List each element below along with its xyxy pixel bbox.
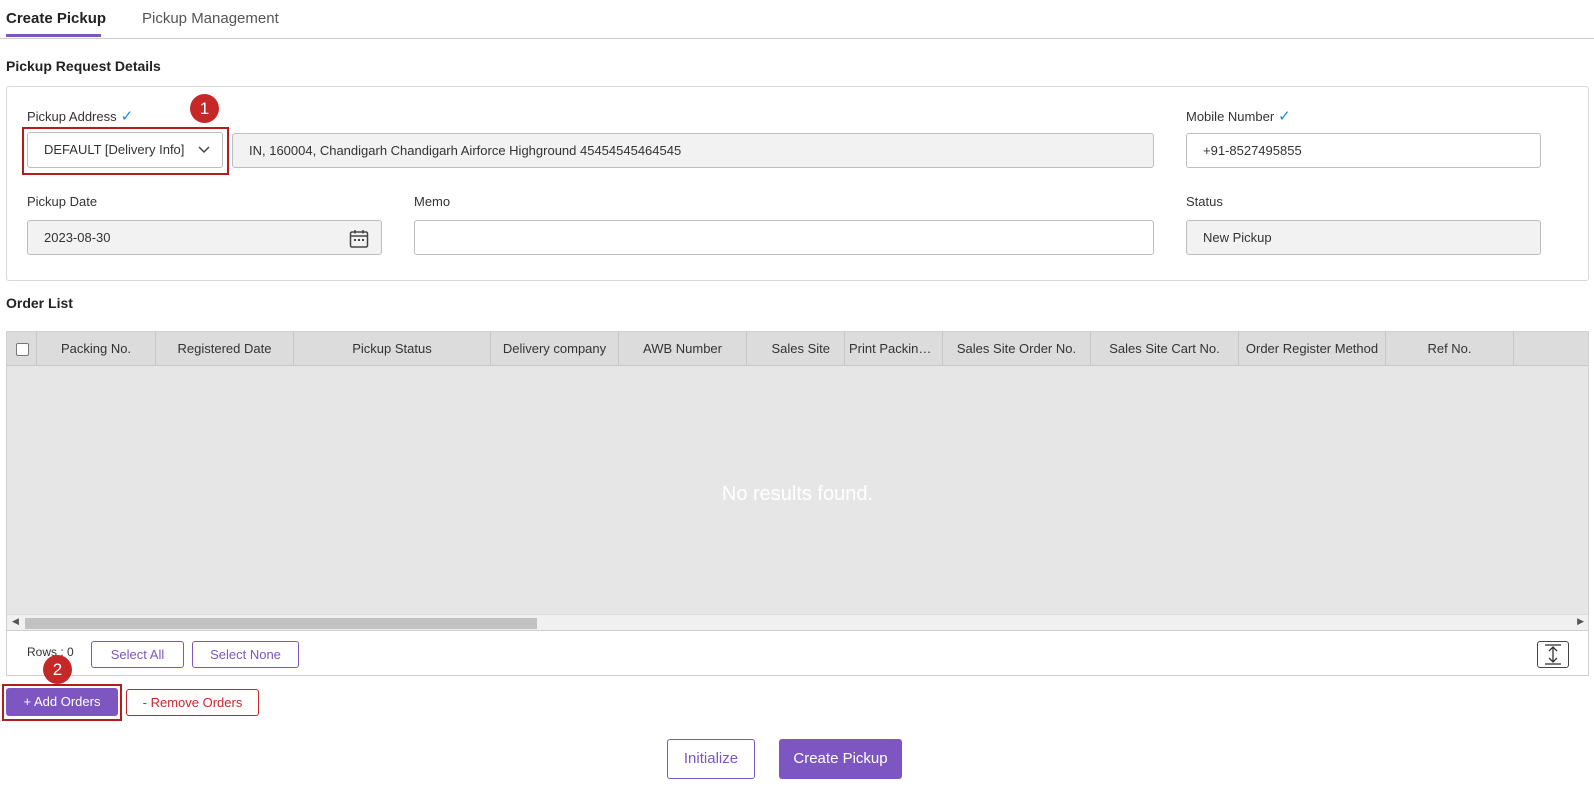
- pickup-address-select[interactable]: DEFAULT [Delivery Info]: [27, 132, 223, 168]
- pickup-request-details-title: Pickup Request Details: [6, 58, 161, 74]
- pickup-date-input[interactable]: 2023-08-30: [27, 220, 382, 255]
- column-header[interactable]: Order Register Method: [1239, 332, 1386, 366]
- expand-height-button[interactable]: [1537, 641, 1569, 668]
- column-header[interactable]: Pickup Status: [294, 332, 491, 366]
- select-all-button[interactable]: Select All: [91, 641, 184, 668]
- initialize-button[interactable]: Initialize: [667, 739, 755, 779]
- pickup-address-text: IN, 160004, Chandigarh Chandigarh Airfor…: [232, 133, 1154, 168]
- expand-vertical-icon: [1545, 644, 1561, 665]
- step-badge-2: 2: [43, 655, 72, 684]
- tab-create-pickup[interactable]: Create Pickup: [6, 10, 106, 27]
- mobile-number-label-text: Mobile Number: [1186, 109, 1275, 124]
- select-none-button[interactable]: Select None: [192, 641, 299, 668]
- column-header[interactable]: Ref No.: [1386, 332, 1514, 366]
- scrollbar-thumb[interactable]: [25, 618, 537, 629]
- column-header[interactable]: Sales Site Cart No.: [1091, 332, 1239, 366]
- empty-state-text: No results found.: [721, 483, 874, 505]
- grid-header: Packing No. Registered Date Pickup Statu…: [7, 332, 1588, 366]
- column-header[interactable]: Delivery company: [491, 332, 619, 366]
- column-header[interactable]: AWB Number: [619, 332, 747, 366]
- pickup-date-value: 2023-08-30: [44, 230, 111, 245]
- memo-label: Memo: [414, 194, 451, 209]
- scroll-right-icon[interactable]: ▶: [1577, 616, 1584, 627]
- mobile-number-label: Mobile Number ✓: [1186, 107, 1291, 125]
- memo-input[interactable]: [414, 220, 1154, 255]
- check-icon: ✓: [1278, 108, 1291, 125]
- grid-body: No results found.: [7, 366, 1588, 614]
- horizontal-scrollbar[interactable]: ◀ ▶: [7, 614, 1588, 630]
- scroll-left-icon[interactable]: ◀: [12, 616, 19, 627]
- mobile-number-input[interactable]: +91-8527495855: [1186, 133, 1541, 168]
- column-header[interactable]: Packing No.: [37, 332, 156, 366]
- pickup-address-selected-value: DEFAULT [Delivery Info]: [44, 142, 185, 157]
- check-icon: ✓: [120, 108, 134, 125]
- select-all-checkbox[interactable]: [16, 343, 29, 356]
- active-tab-indicator: [6, 34, 101, 37]
- add-orders-button[interactable]: + Add Orders: [6, 688, 118, 716]
- chevron-down-icon: [198, 133, 210, 180]
- select-all-header-cell: [7, 332, 37, 366]
- grid-footer: Rows : 0 Select All Select None: [7, 630, 1588, 675]
- remove-orders-button[interactable]: - Remove Orders: [126, 689, 259, 716]
- pickup-address-label: Pickup Address ✓: [27, 107, 133, 125]
- tab-pickup-management[interactable]: Pickup Management: [142, 10, 279, 27]
- status-label: Status: [1186, 194, 1223, 209]
- pickup-address-label-text: Pickup Address: [27, 109, 117, 124]
- pickup-date-label: Pickup Date: [27, 194, 98, 209]
- step-badge-1: 1: [190, 94, 219, 123]
- status-field: New Pickup: [1186, 220, 1541, 255]
- column-header[interactable]: Sales Site Order No.: [943, 332, 1091, 366]
- calendar-icon[interactable]: [349, 228, 369, 248]
- column-header[interactable]: Registered Date: [156, 332, 294, 366]
- tab-bar: Create Pickup Pickup Management: [0, 0, 1594, 39]
- order-list-title: Order List: [6, 295, 73, 311]
- order-grid: Packing No. Registered Date Pickup Statu…: [6, 331, 1589, 676]
- column-header[interactable]: Sales Site: [747, 332, 845, 366]
- column-header[interactable]: Print Packing ...: [845, 332, 943, 366]
- create-pickup-button[interactable]: Create Pickup: [779, 739, 902, 779]
